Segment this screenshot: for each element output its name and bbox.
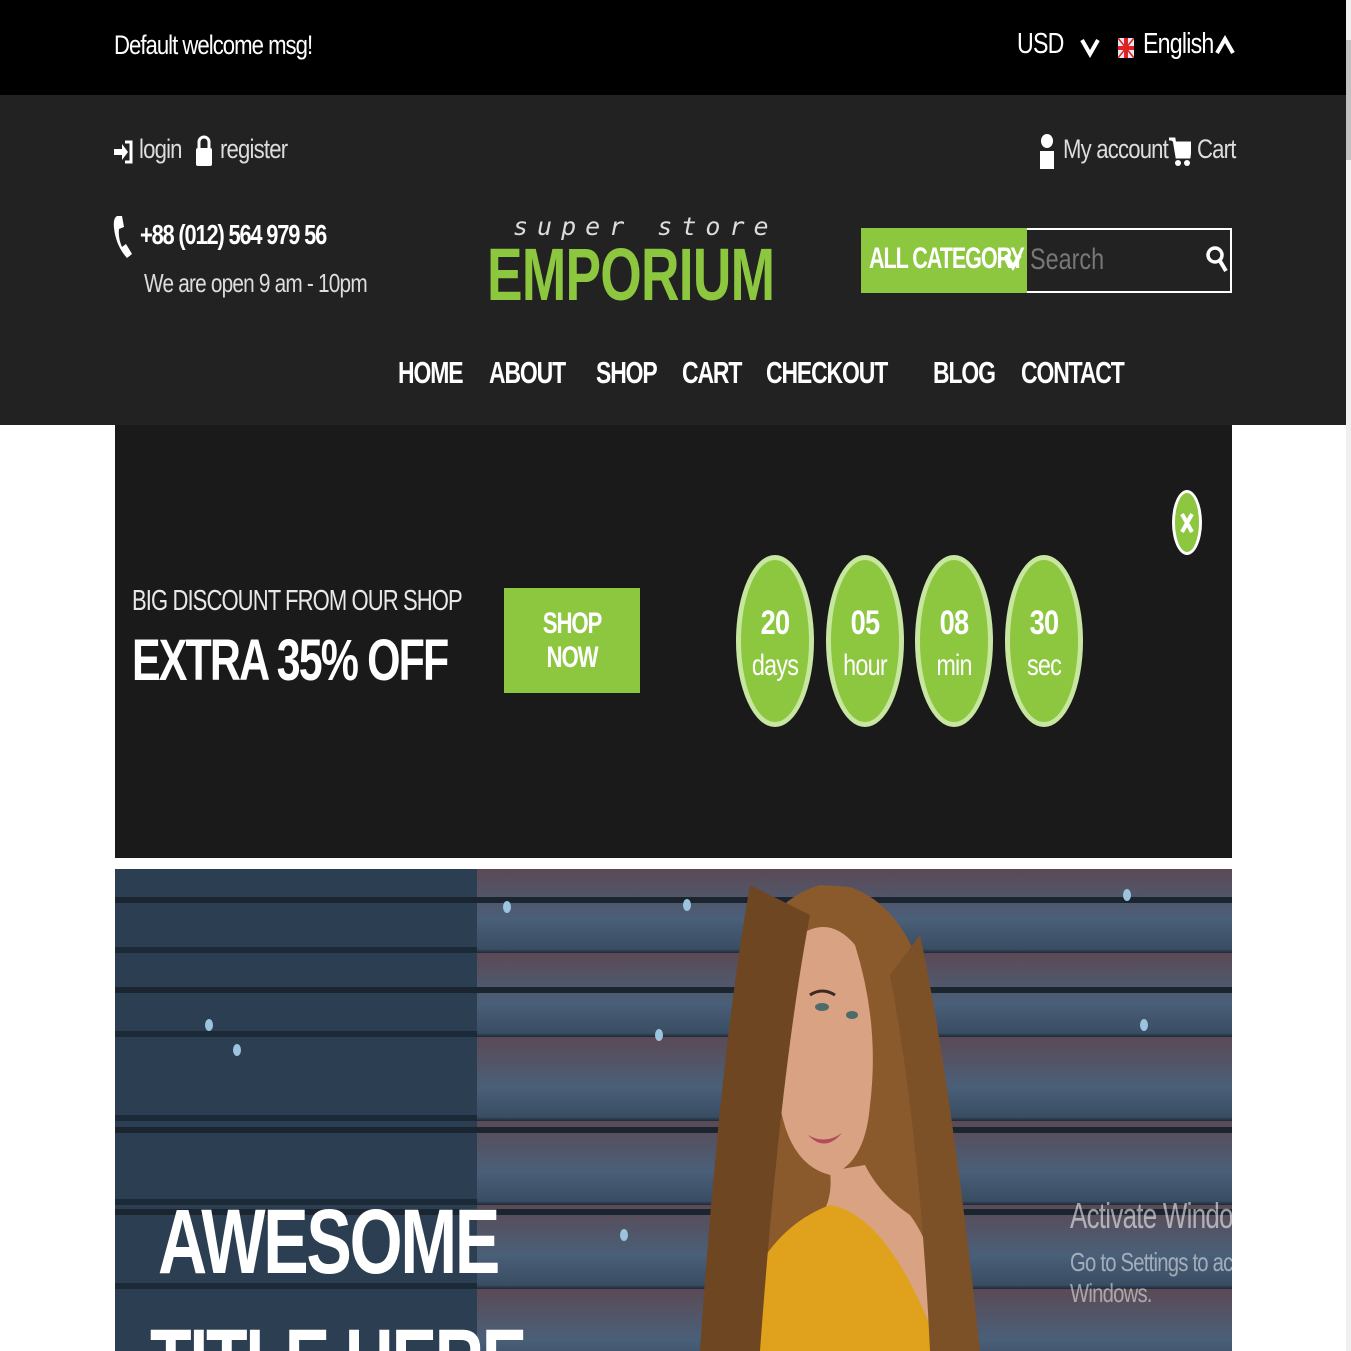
promo-subtitle: BIG DISCOUNT FROM OUR SHOP xyxy=(132,585,463,617)
nav-checkout[interactable]: CHECKOUT xyxy=(766,355,888,400)
login-icon xyxy=(114,140,133,164)
activate-windows-subtitle: Go to Settings to activate Windows. xyxy=(1070,1247,1277,1308)
rivet xyxy=(1140,1019,1148,1031)
nav-about[interactable]: ABOUT xyxy=(489,355,566,400)
rivet xyxy=(655,1029,663,1041)
nav-contact[interactable]: CONTACT xyxy=(1021,355,1125,400)
chevron-down-icon[interactable] xyxy=(1080,36,1100,58)
close-icon xyxy=(1180,513,1194,533)
rivet xyxy=(620,1229,628,1241)
phone-icon xyxy=(113,216,132,258)
countdown-seconds: 30 sec xyxy=(1005,555,1083,727)
register-link[interactable]: register xyxy=(220,134,288,165)
user-icon xyxy=(1040,134,1054,169)
search-icon[interactable] xyxy=(1205,244,1229,274)
countdown-unit: days xyxy=(751,649,799,682)
cart-icon xyxy=(1169,137,1191,166)
promo-title: EXTRA 35% OFF xyxy=(132,628,449,693)
scrollbar-thumb[interactable] xyxy=(1346,40,1351,160)
phone-number[interactable]: +88 (012) 564 979 56 xyxy=(140,219,327,251)
currency-selector[interactable]: USD xyxy=(1017,28,1064,61)
countdown-value: 20 xyxy=(760,604,790,642)
nav-cart[interactable]: CART xyxy=(682,355,742,400)
countdown-unit: hour xyxy=(843,649,887,682)
countdown-value: 08 xyxy=(939,604,969,642)
countdown-minutes: 08 min xyxy=(915,555,993,727)
opening-hours: We are open 9 am - 10pm xyxy=(144,268,368,298)
hero-model-image xyxy=(700,885,980,1351)
close-promo-button[interactable] xyxy=(1172,490,1202,555)
category-label[interactable]: ALL CATEGORY xyxy=(869,242,1025,276)
countdown-unit: min xyxy=(936,649,972,682)
rivet xyxy=(1123,889,1131,901)
chevron-up-icon[interactable] xyxy=(1215,35,1235,57)
login-link[interactable]: login xyxy=(139,134,182,165)
cart-link[interactable]: Cart xyxy=(1197,134,1236,165)
countdown-unit: sec xyxy=(1026,649,1062,682)
nav-shop[interactable]: SHOP xyxy=(596,355,658,400)
main-nav: HOME ABOUT SHOP CART CHECKOUT BLOG CONTA… xyxy=(398,355,1146,400)
countdown-days: 20 days xyxy=(736,555,814,727)
rivet xyxy=(205,1019,213,1031)
chevron-down-icon[interactable] xyxy=(1004,251,1022,271)
countdown-value: 30 xyxy=(1029,604,1059,642)
countdown-hours: 05 hour xyxy=(826,555,904,727)
plank-gap xyxy=(115,897,1232,903)
language-selector[interactable]: English xyxy=(1143,28,1214,61)
nav-home[interactable]: HOME xyxy=(398,355,463,400)
nav-blog[interactable]: BLOG xyxy=(933,355,996,400)
hero-title-line1: AWESOME xyxy=(158,1191,500,1293)
rivet xyxy=(503,901,511,913)
my-account-link[interactable]: My account xyxy=(1063,134,1169,165)
plank-gap xyxy=(115,987,1232,993)
activate-windows-title: Activate Windows xyxy=(1070,1195,1264,1236)
hero-title-line2: TITLE HERE xyxy=(150,1310,527,1351)
rivet xyxy=(233,1044,241,1056)
lock-icon xyxy=(196,135,212,166)
search-input[interactable] xyxy=(1030,232,1163,288)
welcome-message: Default welcome msg! xyxy=(114,30,313,60)
uk-flag-icon xyxy=(1118,38,1134,58)
countdown-value: 05 xyxy=(850,604,880,642)
page-scrollbar[interactable] xyxy=(1346,0,1351,1351)
shop-now-button[interactable]: SHOP NOW xyxy=(504,588,640,693)
plank-gap xyxy=(115,1127,1232,1133)
shop-now-label: SHOP NOW xyxy=(542,606,603,674)
logo[interactable]: EMPORIUM xyxy=(487,235,775,315)
